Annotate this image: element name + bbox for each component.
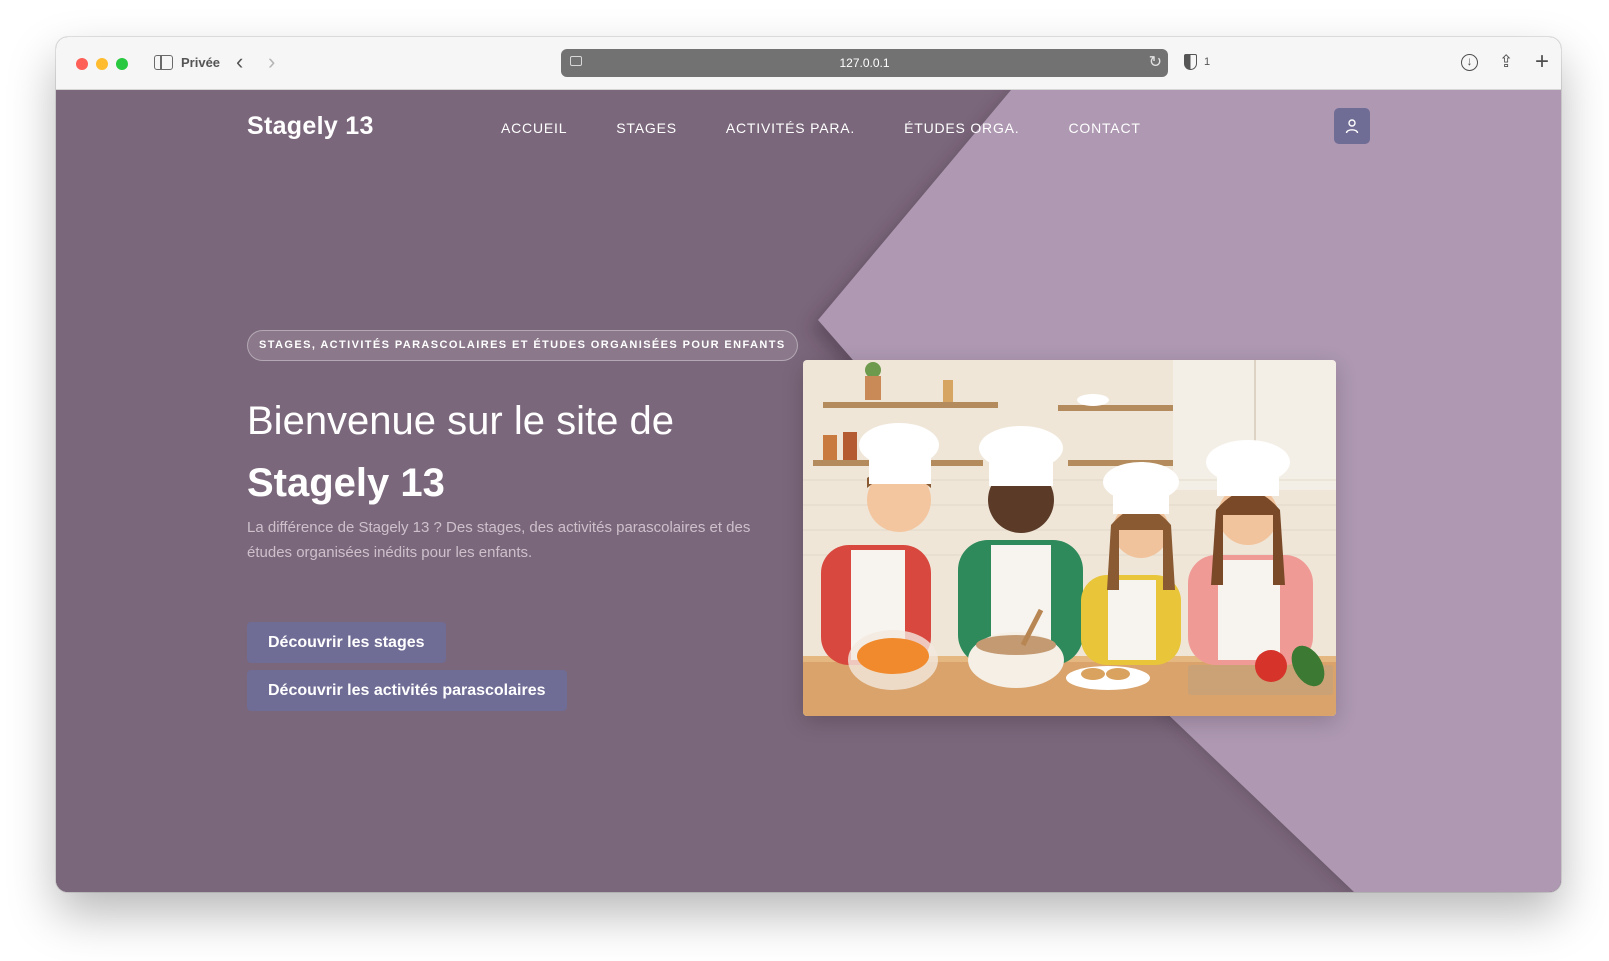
tracker-count: 1 bbox=[1204, 56, 1211, 68]
nav-accueil[interactable]: ACCUEIL bbox=[501, 120, 567, 136]
zoom-window-button[interactable] bbox=[116, 58, 128, 70]
user-icon bbox=[1345, 119, 1359, 134]
reload-icon[interactable]: ↻ bbox=[1149, 52, 1162, 72]
main-nav: ACCUEIL STAGES ACTIVITÉS PARA. ÉTUDES OR… bbox=[501, 120, 1141, 136]
forward-icon[interactable]: › bbox=[268, 51, 275, 73]
nav-etudes-orga[interactable]: ÉTUDES ORGA. bbox=[904, 120, 1019, 136]
discover-stages-button[interactable]: Découvrir les stages bbox=[247, 622, 446, 663]
hero-title-line1: Bienvenue sur le site de bbox=[247, 399, 674, 443]
nav-contact[interactable]: CONTACT bbox=[1068, 120, 1140, 136]
account-button[interactable] bbox=[1334, 108, 1370, 144]
browser-window: Privée ‹ › 127.0.0.1 ↻ 1 ↓ ⇪ + Stagely 1… bbox=[56, 37, 1561, 892]
address-bar[interactable]: 127.0.0.1 ↻ bbox=[561, 49, 1168, 77]
hero-description: La différence de Stagely 13 ? Des stages… bbox=[247, 519, 751, 561]
discover-activities-button[interactable]: Découvrir les activités parascolaires bbox=[247, 670, 567, 711]
share-icon[interactable]: ⇪ bbox=[1499, 50, 1513, 74]
back-icon[interactable]: ‹ bbox=[236, 51, 243, 73]
sidebar-toggle-icon[interactable] bbox=[154, 55, 173, 70]
close-window-button[interactable] bbox=[76, 58, 88, 70]
site-logo[interactable]: Stagely 13 bbox=[247, 112, 374, 141]
nav-activites-para[interactable]: ACTIVITÉS PARA. bbox=[726, 120, 855, 136]
nav-stages[interactable]: STAGES bbox=[616, 120, 677, 136]
download-icon[interactable]: ↓ bbox=[1461, 54, 1478, 71]
browser-toolbar: Privée ‹ › 127.0.0.1 ↻ 1 ↓ ⇪ + bbox=[56, 37, 1561, 90]
new-tab-icon[interactable]: + bbox=[1535, 50, 1549, 74]
hero-title-line2: Stagely 13 bbox=[247, 461, 445, 505]
minimize-window-button[interactable] bbox=[96, 58, 108, 70]
hero-badge: STAGES, ACTIVITÉS PARASCOLAIRES ET ÉTUDE… bbox=[247, 330, 798, 361]
web-page: Stagely 13 ACCUEIL STAGES ACTIVITÉS PARA… bbox=[56, 90, 1561, 892]
hero-image-kids-cooking bbox=[803, 360, 1336, 716]
privacy-shield-icon[interactable] bbox=[1184, 54, 1197, 70]
url-text: 127.0.0.1 bbox=[839, 56, 890, 70]
hero-title: Bienvenue sur le site de Stagely 13 bbox=[247, 390, 674, 514]
private-mode-label: Privée bbox=[181, 55, 221, 70]
